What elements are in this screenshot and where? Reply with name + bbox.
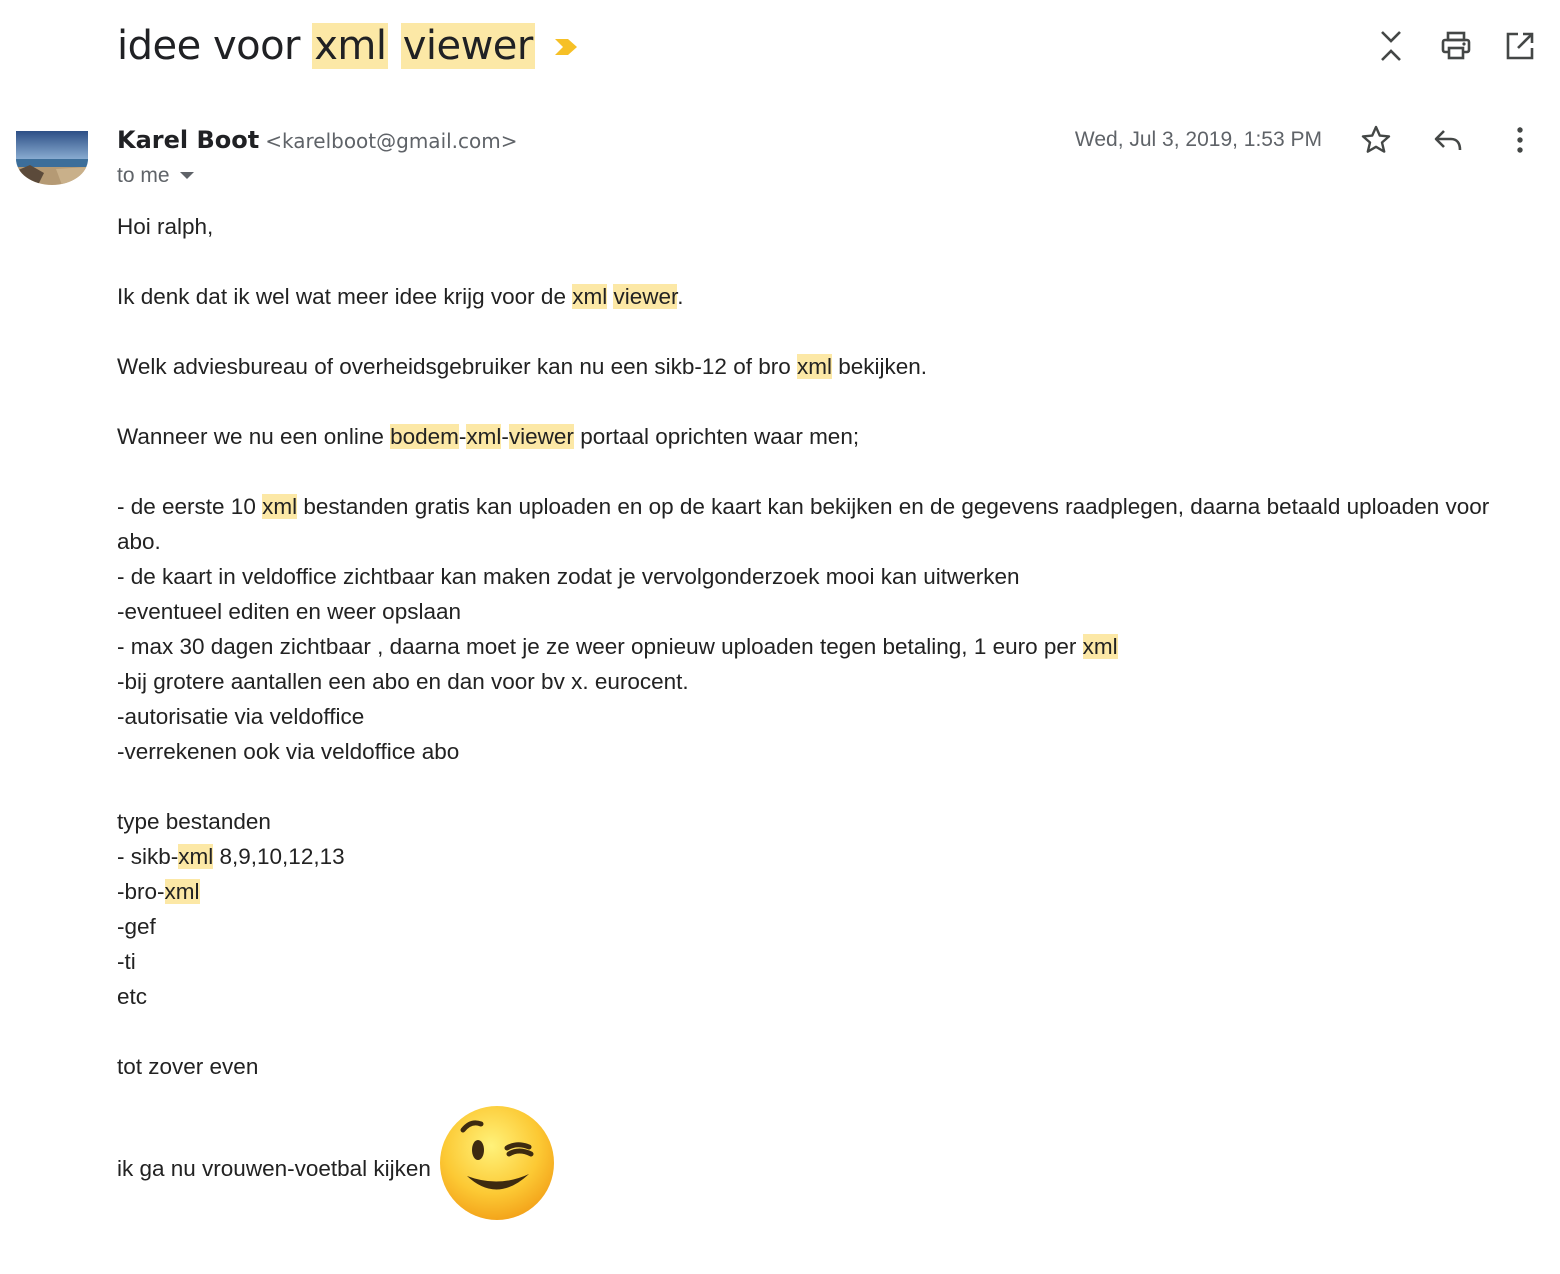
reply-icon[interactable] [1430, 122, 1466, 158]
list-item-5: -bij grotere aantallen een abo en dan vo… [117, 669, 689, 694]
sign-off-row: ik ga nu vrouwen-voetbal kijken [117, 1104, 1517, 1232]
list-1-highlight-xml: xml [262, 494, 298, 519]
collapse-all-icon[interactable] [1373, 28, 1409, 64]
p3-highlight-bodem: bodem [390, 424, 459, 449]
caret-down-icon [179, 172, 194, 179]
paragraph-2: Welk adviesbureau of overheidsgebruiker … [117, 349, 1517, 384]
paragraph-1: Ik denk dat ik wel wat meer idee krijg v… [117, 279, 1517, 314]
type-2-text: -bro- [117, 879, 165, 904]
paragraph-3: Wanneer we nu een online bodem-xml-viewe… [117, 419, 1517, 454]
p3-highlight-viewer: viewer [508, 424, 574, 449]
type-1-highlight-xml: xml [178, 844, 214, 869]
open-in-new-window-icon[interactable] [1502, 28, 1538, 64]
sign-off: ik ga nu vrouwen-voetbal kijken [117, 1155, 431, 1181]
email-date: Wed, Jul 3, 2019, 1:53 PM [1074, 128, 1322, 151]
type-1-text: - sikb- [117, 844, 179, 869]
list-1-text: - de eerste 10 [117, 494, 263, 519]
p3-highlight-xml: xml [466, 424, 502, 449]
type-item-1: - sikb-xml 8,9,10,12,13 [117, 839, 1517, 874]
recipients-label: to me [117, 164, 170, 187]
p1-end: . [677, 284, 684, 309]
type-item-3: -gef [117, 914, 156, 939]
important-marker-icon[interactable] [553, 16, 579, 72]
p2-highlight-xml: xml [797, 354, 832, 379]
email-body: Hoi ralph, Ik denk dat ik wel wat meer i… [117, 209, 1517, 1232]
list-4-text: - max 30 dagen zichtbaar , daarna moet j… [117, 634, 1083, 659]
list-item-2: - de kaart in veldoffice zichtbaar kan m… [117, 564, 1020, 589]
closing: tot zover even [117, 1054, 259, 1079]
list-item-3: -eventueel editen en weer opslaan [117, 599, 461, 624]
sender-name[interactable]: Karel Boot [117, 126, 259, 154]
subject-text: idee voor [117, 23, 313, 69]
winking-face-emoji-icon [437, 1104, 557, 1232]
type-2-highlight-xml: xml [164, 879, 200, 904]
email-subject: idee voor xml viewer [117, 18, 579, 76]
recipients-toggle[interactable]: to me [117, 162, 194, 190]
p1-highlight-xml: xml [572, 284, 608, 309]
p2-text: Welk adviesbureau of overheidsgebruiker … [117, 354, 797, 379]
type-1-end: 8,9,10,12,13 [213, 844, 345, 869]
p3-text: Wanneer we nu een online [117, 424, 391, 449]
p2-end: bekijken. [832, 354, 928, 379]
list-item-6: -autorisatie via veldoffice [117, 704, 365, 729]
sender-line: Karel Boot <karelboot@gmail.com> [117, 124, 518, 157]
subject-highlight-viewer: viewer [400, 23, 535, 69]
list-4-highlight-xml: xml [1082, 634, 1118, 659]
p1-text: Ik denk dat ik wel wat meer idee krijg v… [117, 284, 573, 309]
type-item-4: -ti [117, 949, 136, 974]
p1-highlight-viewer: viewer [613, 284, 678, 309]
list-item-4: - max 30 dagen zichtbaar , daarna moet j… [117, 629, 1517, 664]
sender-email: <karelboot@gmail.com> [265, 129, 518, 153]
list-item-1: - de eerste 10 xml bestanden gratis kan … [117, 489, 1517, 559]
sender-avatar[interactable] [16, 131, 88, 185]
print-icon[interactable] [1438, 28, 1474, 64]
list-item-7: -verrekenen ook via veldoffice abo [117, 739, 460, 764]
type-item-5: etc [117, 984, 148, 1009]
list-1-end: bestanden gratis kan uploaden en op de k… [117, 494, 1490, 554]
type-item-2: -bro-xml [117, 874, 1517, 909]
star-icon[interactable] [1358, 122, 1394, 158]
more-vertical-icon[interactable] [1502, 122, 1538, 158]
greeting: Hoi ralph, [117, 214, 214, 239]
subject-space [388, 23, 400, 69]
p3-dash-2: - [501, 424, 509, 449]
types-heading: type bestanden [117, 809, 271, 834]
p3-end: portaal oprichten waar men; [573, 424, 860, 449]
subject-highlight-xml: xml [312, 23, 389, 69]
